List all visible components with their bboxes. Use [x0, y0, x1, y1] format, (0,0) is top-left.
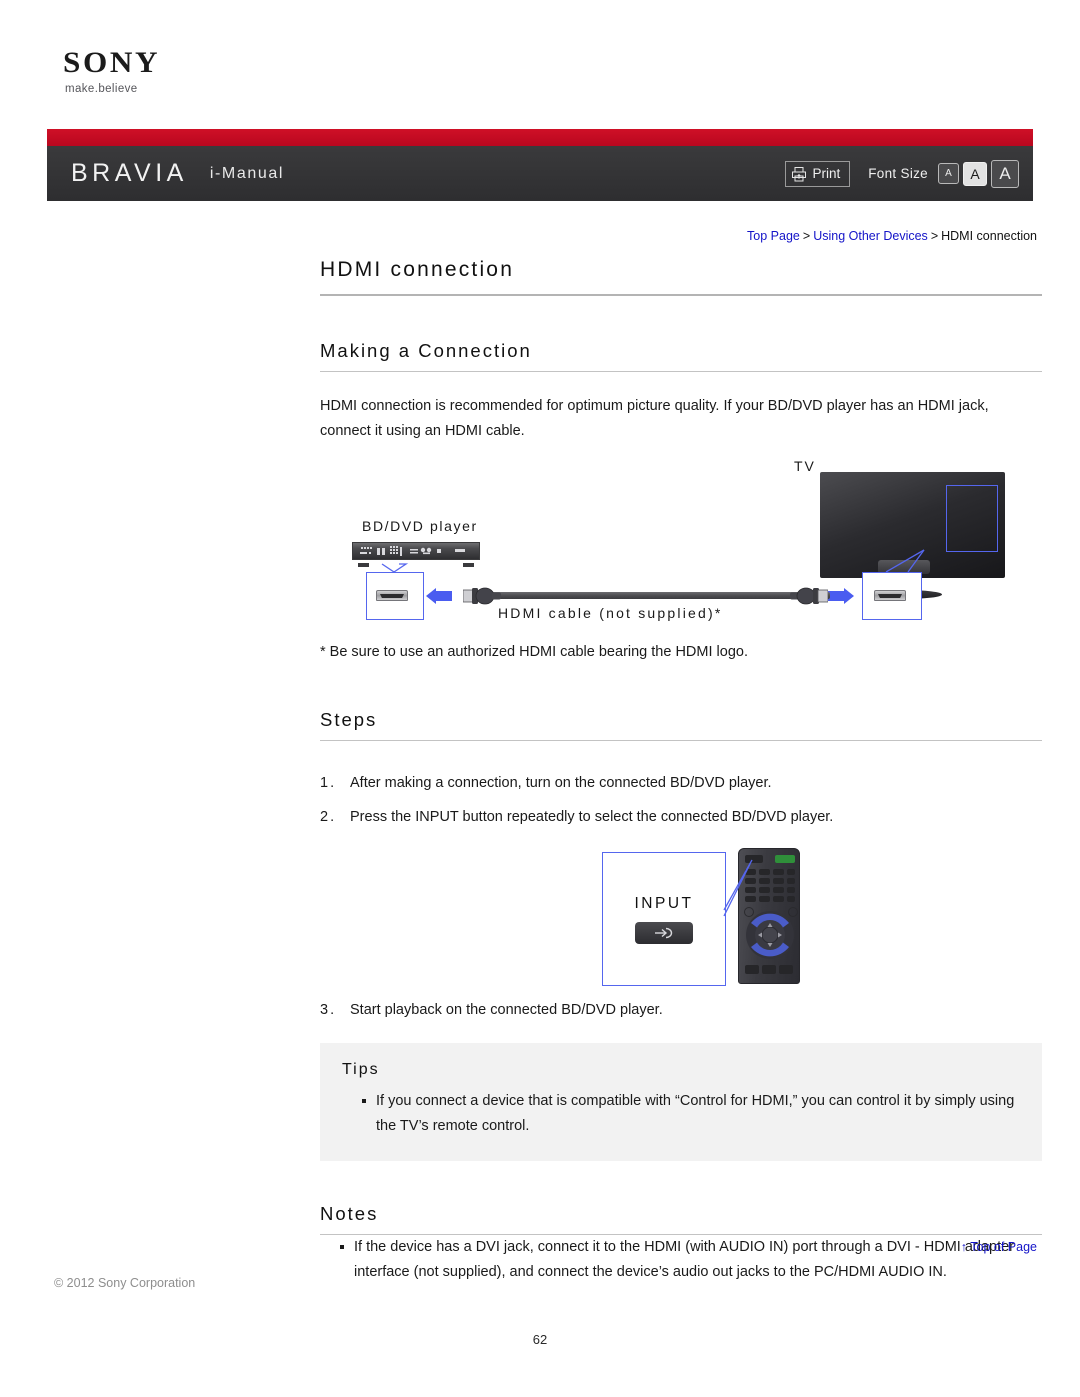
- bd-player-foot-right: [463, 563, 474, 567]
- step-number: 1.: [320, 775, 337, 791]
- header-red-stripe: [47, 129, 1033, 146]
- breadcrumb: Top Page > Using Other Devices > HDMI connec…: [747, 229, 1037, 243]
- sony-wordmark: SONY: [63, 46, 161, 79]
- imanual-title: i-Manual: [209, 164, 285, 182]
- remote-key-bottom: [762, 965, 776, 974]
- page-number: 62: [532, 1332, 548, 1347]
- remote-key: [773, 887, 784, 893]
- font-size-large-button[interactable]: A: [991, 159, 1019, 188]
- breadcrumb-separator: >: [802, 229, 811, 243]
- breadcrumb-item-using-other-devices[interactable]: Using Other Devices: [813, 229, 928, 243]
- site-header: BRAVIA i-Manual Print Font Size A A A: [47, 129, 1033, 201]
- hdmi-plug-left-icon: [463, 587, 501, 605]
- header-tools: Print Font Size A A A: [784, 159, 1019, 188]
- remote-body: [738, 848, 800, 984]
- header-bar: BRAVIA i-Manual Print Font Size A A A: [47, 146, 1033, 201]
- remote-key: [787, 887, 795, 893]
- tv-port-highlight-rect: [946, 485, 998, 552]
- remote-key-bottom: [745, 965, 759, 974]
- remote-control-figure: INPUT: [320, 848, 1042, 998]
- intro-paragraph: HDMI connection is recommended for optim…: [320, 398, 989, 439]
- remote-key-power: [775, 855, 795, 863]
- notes-list: If the device has a DVI jack, connect it…: [320, 1235, 1042, 1285]
- bd-player-body: [352, 542, 480, 560]
- font-size-small-button[interactable]: A: [938, 163, 959, 184]
- remote-key: [773, 896, 784, 902]
- notes-item: If the device has a DVI jack, connect it…: [340, 1235, 1042, 1285]
- bd-hdmi-port-icon: [376, 590, 408, 601]
- diagram-label-tv: TV: [794, 458, 816, 474]
- remote-key: [787, 896, 795, 902]
- connection-diagram: TV BD/DVD player HDMI cable (not supplie…: [320, 450, 1042, 640]
- top-of-page-link[interactable]: ↑ Top of Page: [961, 1240, 1037, 1254]
- cable-footnote: * Be sure to use an authorized HDMI cabl…: [320, 644, 748, 660]
- tips-title: Tips: [342, 1061, 380, 1078]
- remote-dpad-icon: [746, 911, 794, 959]
- main-content: HDMI connection Making a Connection HDMI…: [320, 258, 1042, 1285]
- notes-section: Notes If the device has a DVI jack, conn…: [320, 1203, 1042, 1285]
- breadcrumb-item-top-page[interactable]: Top Page: [747, 229, 800, 243]
- step-text: Start playback on the connected BD/DVD p…: [350, 1002, 663, 1018]
- diagram-label-hdmi-cable: HDMI cable (not supplied)*: [498, 605, 723, 621]
- step-text: Press the INPUT button repeatedly to sel…: [350, 809, 834, 825]
- hdmi-cable-line: [480, 592, 830, 599]
- input-button-callout-box: INPUT: [602, 852, 726, 986]
- connect-arrow-bd-icon: [426, 588, 452, 604]
- tips-list: If you connect a device that is compatib…: [342, 1089, 1020, 1139]
- remote-key: [745, 896, 756, 902]
- printer-icon: [791, 166, 807, 182]
- remote-key: [787, 869, 795, 875]
- remote-key: [759, 878, 770, 884]
- step-item: 1. After making a connection, turn on th…: [320, 771, 1042, 796]
- remote-key: [745, 887, 756, 893]
- input-callout-label: INPUT: [634, 894, 694, 912]
- section-title-making-a-connection: Making a Connection: [320, 340, 1042, 372]
- steps-list: 1. After making a connection, turn on th…: [320, 771, 1042, 1023]
- font-size-medium-button[interactable]: A: [963, 161, 987, 186]
- bd-player-illustration: [352, 542, 480, 567]
- input-source-icon: [655, 927, 673, 938]
- print-button[interactable]: Print: [784, 160, 851, 187]
- page-title: HDMI connection: [320, 258, 1042, 296]
- step-item: 3. Start playback on the connected BD/DV…: [320, 998, 1042, 1023]
- bd-player-foot-left: [358, 563, 369, 567]
- remote-key-bottom: [779, 965, 793, 974]
- step-number: 3.: [320, 1002, 337, 1018]
- diagram-label-bd-player: BD/DVD player: [362, 518, 478, 534]
- tv-hdmi-port-icon: [874, 590, 906, 601]
- section-title-steps: Steps: [320, 709, 1042, 741]
- bd-player-rear-panel-marks: [360, 546, 465, 556]
- remote-key: [759, 869, 770, 875]
- breadcrumb-item-current: HDMI connection: [941, 229, 1037, 243]
- tips-box: Tips If you connect a device that is com…: [320, 1043, 1042, 1161]
- remote-key: [745, 878, 756, 884]
- font-size-label: Font Size: [868, 166, 928, 181]
- print-label: Print: [812, 166, 841, 181]
- step-item: 2. Press the INPUT button repeatedly to …: [320, 805, 1042, 830]
- remote-key: [773, 869, 784, 875]
- remote-control-illustration: [738, 848, 800, 990]
- breadcrumb-separator: >: [930, 229, 939, 243]
- remote-key: [759, 887, 770, 893]
- remote-key: [759, 896, 770, 902]
- sony-logo: SONY make.believe: [63, 48, 157, 96]
- copyright-text: © 2012 Sony Corporation: [54, 1276, 196, 1290]
- step-text: After making a connection, turn on the c…: [350, 775, 772, 791]
- section-title-notes: Notes: [320, 1203, 1042, 1235]
- sony-tagline: make.believe: [65, 83, 138, 95]
- input-key-illustration: [635, 921, 693, 944]
- remote-key: [787, 878, 795, 884]
- bravia-logo: BRAVIA: [71, 159, 188, 187]
- remote-key-input: [745, 855, 763, 863]
- step-number: 2.: [320, 809, 337, 825]
- remote-key: [745, 869, 756, 875]
- hdmi-plug-right-icon: [790, 587, 828, 605]
- connect-arrow-tv-icon: [828, 588, 854, 604]
- tips-item: If you connect a device that is compatib…: [362, 1089, 1020, 1139]
- remote-key: [773, 878, 784, 884]
